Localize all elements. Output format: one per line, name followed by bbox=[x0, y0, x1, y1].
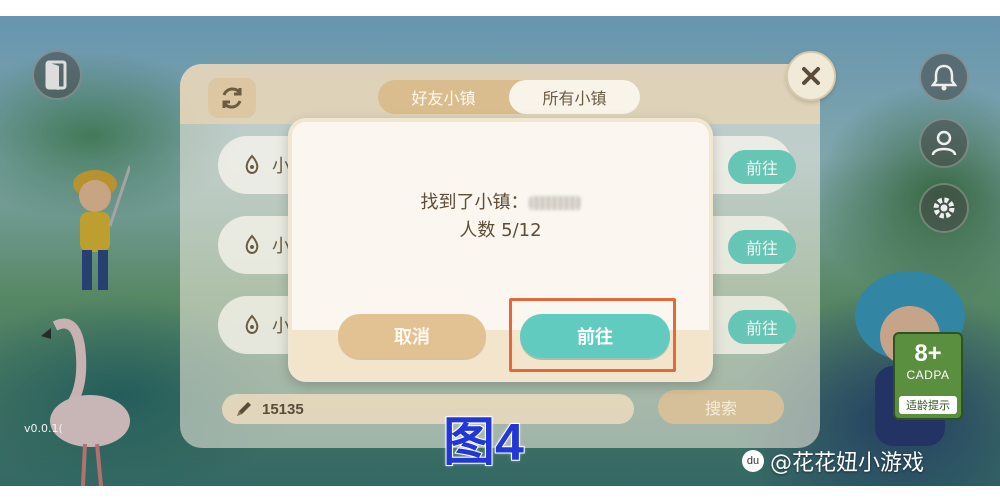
exit-door-icon bbox=[45, 60, 67, 90]
age-rating-badge: 8+ CADPA 适龄提示 bbox=[893, 332, 963, 420]
tab-friend-towns[interactable]: 好友小镇 bbox=[378, 80, 509, 114]
exit-button[interactable] bbox=[32, 50, 82, 100]
found-town-message: 找到了小镇： bbox=[292, 188, 709, 214]
figure-label: 图4 bbox=[442, 413, 525, 473]
age-tip: 适龄提示 bbox=[899, 396, 957, 414]
search-button[interactable]: 搜索 bbox=[658, 390, 784, 424]
go-button[interactable]: 前往 bbox=[728, 230, 796, 264]
tab-all-towns[interactable]: 所有小镇 bbox=[509, 80, 640, 114]
close-icon bbox=[802, 67, 820, 85]
refresh-button[interactable] bbox=[208, 78, 256, 118]
town-drop-icon bbox=[245, 154, 259, 174]
player-count: 人数 5/12 bbox=[459, 220, 542, 241]
town-drop-icon bbox=[245, 314, 259, 334]
refresh-icon bbox=[222, 87, 242, 109]
go-button[interactable]: 前往 bbox=[728, 310, 796, 344]
gear-icon bbox=[933, 197, 955, 219]
search-value: 15135 bbox=[262, 400, 304, 418]
highlight-annotation bbox=[509, 298, 676, 372]
town-tabs: 好友小镇 所有小镇 bbox=[378, 80, 640, 114]
watermark-text: @花花妞小游戏 bbox=[770, 451, 925, 476]
go-button[interactable]: 前往 bbox=[728, 150, 796, 184]
close-button[interactable] bbox=[786, 51, 836, 101]
found-town-prefix: 找到了小镇： bbox=[420, 192, 529, 213]
bell-icon bbox=[931, 64, 957, 91]
age-rating: 8+ bbox=[914, 340, 942, 367]
town-drop-icon bbox=[245, 234, 259, 254]
age-rating-org: CADPA bbox=[906, 368, 950, 382]
version-text: v0.0.1( bbox=[24, 422, 63, 435]
pencil-icon bbox=[237, 402, 251, 416]
notification-button[interactable] bbox=[919, 52, 969, 102]
town-search-input[interactable]: 15135 bbox=[222, 394, 634, 424]
profile-icon bbox=[931, 130, 957, 156]
watermark: du @花花妞小游戏 bbox=[742, 445, 924, 477]
watermark-logo: du bbox=[742, 450, 764, 472]
profile-button[interactable] bbox=[919, 118, 969, 168]
cancel-button[interactable]: 取消 bbox=[338, 314, 486, 358]
settings-button[interactable] bbox=[919, 183, 969, 233]
blurred-town-name bbox=[528, 196, 581, 210]
